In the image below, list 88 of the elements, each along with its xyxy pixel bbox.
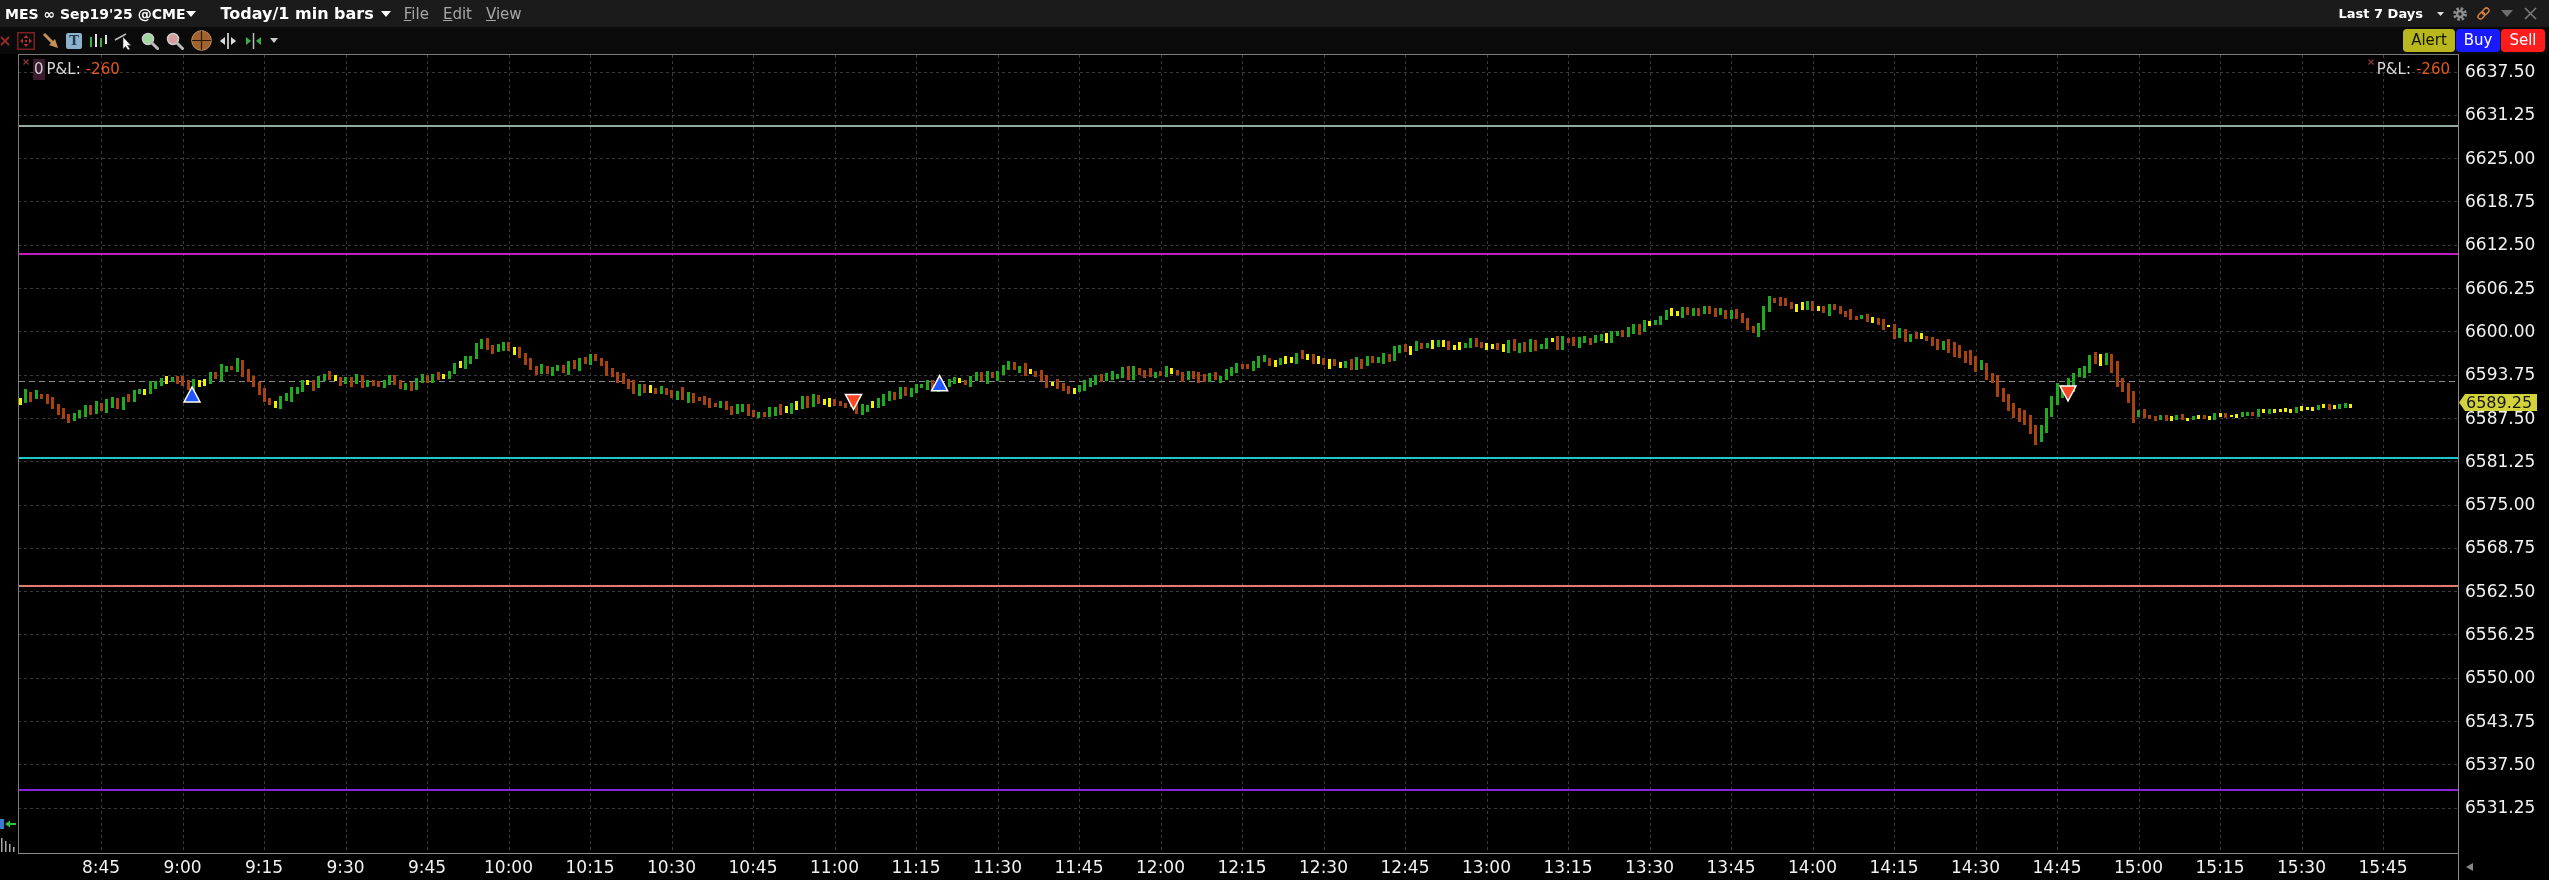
- time-axis-label: 15:00: [2114, 857, 2163, 877]
- time-axis-label: 11:00: [810, 857, 859, 877]
- crosshair-icon[interactable]: [191, 30, 212, 51]
- compress-arrows-icon[interactable]: [244, 31, 263, 50]
- price-axis-label: 6612.50: [2465, 237, 2536, 253]
- time-axis-label: 8:45: [81, 857, 121, 877]
- caret-icon: [186, 10, 197, 17]
- buy-marker: [182, 385, 202, 403]
- time-axis-label: 14:15: [1869, 857, 1919, 877]
- position-counter: 0: [33, 59, 45, 80]
- time-axis-label: 9:45: [407, 857, 447, 877]
- time-axis-label: 13:30: [1625, 857, 1674, 877]
- buy-button[interactable]: Buy: [2456, 29, 2500, 52]
- price-axis-label: 6587.50: [2465, 410, 2536, 426]
- time-axis-label: 10:15: [565, 857, 615, 877]
- time-axis-label: 11:15: [891, 857, 941, 877]
- time-axis-label: 10:30: [647, 857, 696, 877]
- time-axis-label: 14:45: [2032, 857, 2082, 877]
- left-arrow-icon[interactable]: [2466, 862, 2473, 871]
- price-axis-label: 6618.75: [2465, 194, 2536, 210]
- time-axis-label: 15:30: [2277, 857, 2326, 877]
- price-axis-label: 6550.00: [2465, 670, 2536, 686]
- bars-icon[interactable]: [89, 31, 107, 50]
- pnl-label: P&L:: [2376, 59, 2411, 80]
- move-arrows-icon[interactable]: [17, 31, 35, 50]
- menu-item[interactable]: Edit: [442, 3, 472, 24]
- time-axis-label: 10:45: [728, 857, 778, 877]
- menu-item[interactable]: View: [485, 3, 522, 24]
- alert-button[interactable]: Alert: [2403, 29, 2455, 52]
- price-axis-label: 6531.25: [2465, 800, 2536, 816]
- menu-item[interactable]: File: [403, 3, 429, 24]
- arrow-icon[interactable]: [42, 32, 59, 49]
- time-axis-label: 14:00: [1788, 857, 1837, 877]
- close-icon[interactable]: [2367, 59, 2374, 65]
- time-axis-label: 14:30: [1951, 857, 2000, 877]
- sell-marker: [2058, 385, 2078, 403]
- price-axis-label: 6537.50: [2465, 756, 2536, 772]
- price-axis-label: 6575.00: [2465, 497, 2536, 513]
- time-axis-label: 12:15: [1217, 857, 1267, 877]
- text-tool-button[interactable]: T: [66, 32, 82, 49]
- close-icon[interactable]: [23, 59, 29, 65]
- time-axis-label: 9:15: [244, 857, 284, 877]
- left-arrow-icon[interactable]: [0, 819, 16, 829]
- time-axis-label: 15:15: [2195, 857, 2245, 877]
- pnl-value: -260: [2415, 59, 2450, 80]
- period-dropdown[interactable]: Today/1 min bars: [220, 2, 391, 25]
- price-axis-label: 6581.25: [2465, 453, 2536, 469]
- price-axis-label: 6625.00: [2465, 150, 2536, 166]
- time-axis-label: 9:00: [163, 857, 202, 877]
- price-axis-label: 6568.75: [2465, 540, 2536, 556]
- caret-icon: [2437, 11, 2444, 16]
- time-axis-label: 11:30: [973, 857, 1022, 877]
- link-icon[interactable]: [2476, 6, 2491, 21]
- time-axis-label: 12:30: [1299, 857, 1348, 877]
- close-icon[interactable]: [2524, 7, 2537, 20]
- price-axis-label: 6600.00: [2465, 323, 2536, 339]
- time-axis-label: 13:15: [1543, 857, 1593, 877]
- zoom-in-icon[interactable]: [141, 31, 159, 50]
- range-dropdown[interactable]: Last 7 Days: [2338, 4, 2444, 23]
- zoom-out-icon[interactable]: [166, 31, 184, 50]
- sell-marker: [844, 393, 863, 412]
- time-axis-label: 10:00: [484, 857, 533, 877]
- caret-icon: [380, 10, 391, 17]
- settings-icon[interactable]: [2453, 6, 2467, 21]
- price-axis-label: 6543.75: [2465, 713, 2536, 729]
- last-price-tag: 6589.25: [2459, 394, 2537, 411]
- price-axis-label: 6562.50: [2465, 583, 2536, 599]
- time-axis-label: 13:00: [1462, 857, 1511, 877]
- pnl-label: P&L:: [46, 59, 81, 80]
- time-axis-label: 9:30: [326, 857, 365, 877]
- time-axis-label: 11:45: [1054, 857, 1104, 877]
- line-cursor-icon[interactable]: [114, 31, 134, 50]
- time-axis-label: 12:00: [1136, 857, 1185, 877]
- expand-arrows-icon[interactable]: [219, 31, 237, 50]
- price-axis-label: 6556.25: [2465, 627, 2536, 642]
- time-axis-label: 12:45: [1380, 857, 1430, 877]
- time-axis-label: 15:45: [2358, 857, 2408, 877]
- price-axis-label: 6637.50: [2465, 64, 2536, 80]
- sell-button[interactable]: Sell: [2501, 29, 2545, 52]
- price-axis-label: 6593.75: [2465, 367, 2536, 383]
- pnl-value: -260: [85, 59, 120, 80]
- price-axis-label: 6631.25: [2465, 107, 2536, 123]
- caret-icon[interactable]: [270, 38, 278, 43]
- price-axis-label: 6606.25: [2465, 280, 2536, 296]
- instrument-dropdown[interactable]: MES ∞ Sep19'25 @CME: [5, 3, 197, 24]
- time-axis-label: 13:45: [1706, 857, 1756, 877]
- bars-icon[interactable]: [0, 837, 15, 852]
- buy-marker: [930, 374, 949, 392]
